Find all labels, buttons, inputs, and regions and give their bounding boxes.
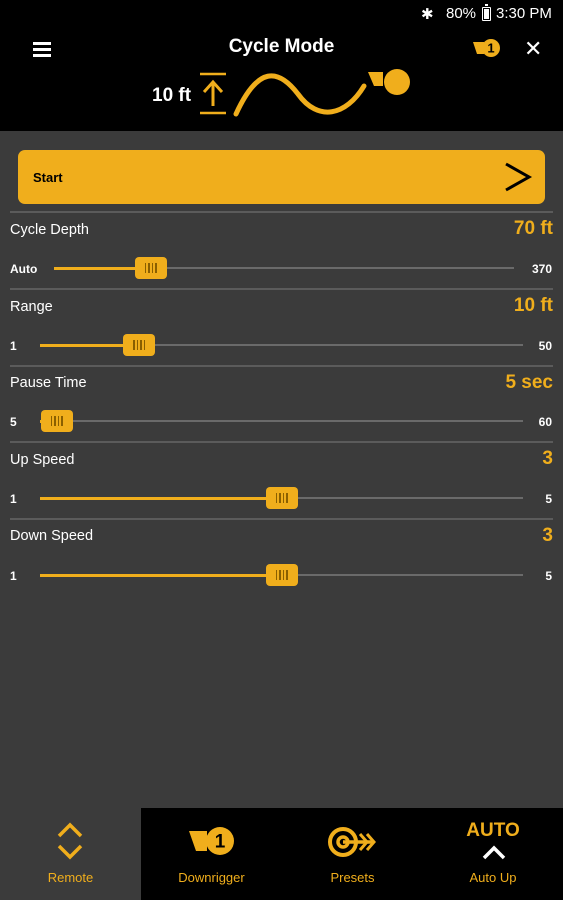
pause-time-max: 60 (538, 415, 552, 429)
down-speed-min: 1 (10, 569, 17, 583)
range-label: Range (10, 299, 53, 315)
nav-auto-up-label: Auto Up (469, 870, 517, 885)
battery-icon (482, 4, 491, 21)
nav-presets-label: Presets (330, 870, 375, 885)
divider (10, 365, 553, 367)
down-speed-value: 3 (542, 525, 553, 546)
clock: 3:30 PM (496, 5, 552, 22)
down-speed-label: Down Speed (10, 528, 94, 544)
downrigger-icon: 1 (189, 827, 234, 855)
cycle-depth-max: 370 (531, 262, 552, 276)
bluetooth-icon: ✱ (421, 6, 434, 23)
down-speed-slider[interactable] (40, 564, 523, 586)
range-slider[interactable] (40, 334, 523, 356)
nav-remote[interactable]: Remote (0, 808, 141, 900)
range-min: 1 (10, 339, 17, 353)
range-display: 10 ft (152, 85, 192, 106)
cycle-depth-slider-thumb[interactable] (134, 257, 167, 279)
close-icon[interactable]: ✕ (524, 36, 542, 62)
nav-downrigger[interactable]: 1 Downrigger (141, 808, 282, 900)
start-button[interactable]: Start (18, 150, 545, 204)
divider (10, 518, 553, 520)
status-bar: ✱ 80% 3:30 PM (0, 0, 563, 28)
chevron-right-icon (505, 162, 533, 192)
up-down-arrows-icon (57, 822, 83, 860)
bottom-nav: Remote 1 Downrigger Presets AUTO Auto Up (0, 808, 563, 900)
pause-time-min: 5 (10, 415, 17, 429)
range-slider-thumb[interactable] (123, 334, 155, 356)
chevron-up-icon (482, 845, 506, 860)
up-speed-value: 3 (542, 448, 553, 469)
nav-downrigger-badge: 1 (215, 832, 226, 853)
divider (10, 288, 553, 290)
cycle-wave-icon (200, 69, 410, 117)
divider (10, 441, 553, 443)
cycle-depth-slider[interactable] (54, 257, 514, 279)
pause-time-slider-thumb[interactable] (40, 410, 73, 432)
nav-presets[interactable]: Presets (282, 808, 423, 900)
downrigger-badge: 1 (487, 41, 494, 56)
cycle-depth-value: 70 ft (513, 218, 553, 239)
range-value: 10 ft (513, 295, 553, 316)
pause-time-label: Pause Time (10, 375, 87, 391)
pause-time-slider[interactable] (40, 410, 523, 432)
cycle-depth-label: Cycle Depth (10, 222, 89, 238)
divider (10, 211, 553, 213)
downrigger-icon[interactable]: 1 (472, 38, 502, 63)
cycle-depth-min: Auto (10, 262, 38, 276)
battery-percent: 80% (446, 5, 477, 22)
nav-auto-up[interactable]: AUTO Auto Up (423, 808, 563, 900)
up-speed-label: Up Speed (10, 452, 75, 468)
up-speed-slider-thumb[interactable] (265, 487, 298, 509)
nav-remote-label: Remote (47, 870, 94, 885)
app-bar: Cycle Mode 1 ✕ 10 ft (0, 28, 563, 131)
up-speed-min: 1 (10, 492, 17, 506)
nav-downrigger-label: Downrigger (178, 870, 245, 885)
up-speed-max: 5 (545, 492, 552, 506)
start-button-label: Start (33, 170, 63, 185)
auto-text-icon: AUTO (466, 820, 520, 841)
range-max: 50 (538, 339, 552, 353)
up-speed-slider[interactable] (40, 487, 523, 509)
down-speed-slider-thumb[interactable] (265, 564, 298, 586)
down-speed-max: 5 (545, 569, 552, 583)
target-icon (328, 827, 376, 857)
pause-time-value: 5 sec (505, 372, 553, 393)
